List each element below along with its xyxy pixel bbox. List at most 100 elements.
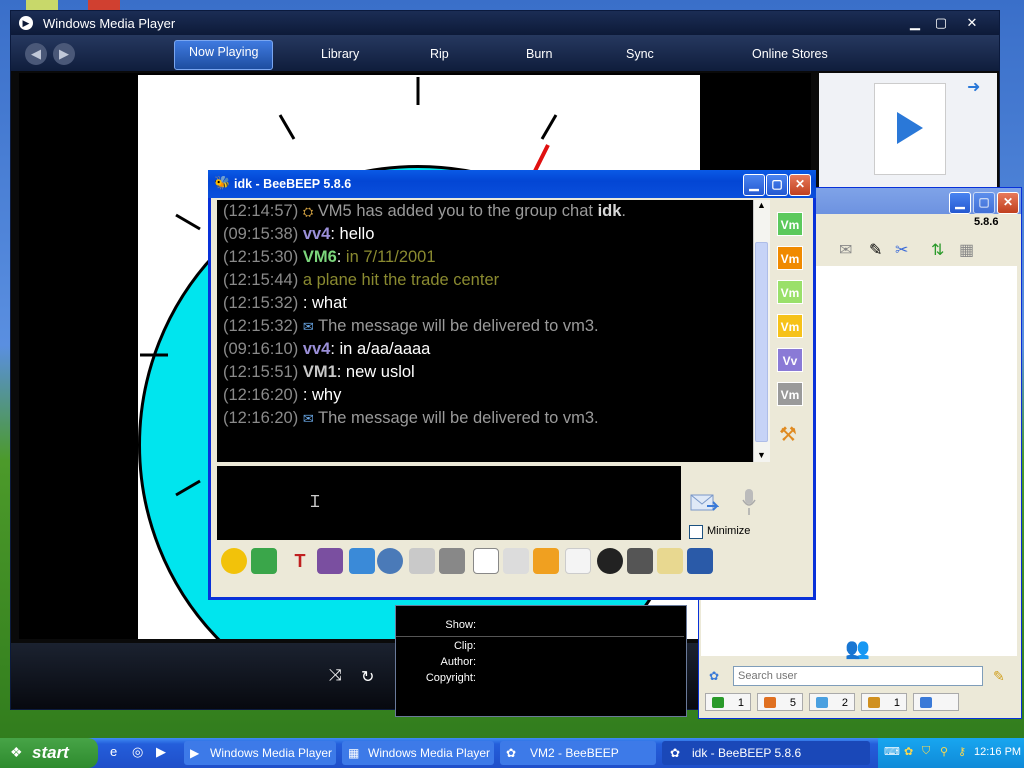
music-note-icon[interactable] <box>473 548 499 574</box>
scroll-thumb[interactable] <box>755 242 768 442</box>
start-button[interactable]: ❖ start <box>0 738 98 768</box>
repeat-icon[interactable]: ↻ <box>361 667 374 687</box>
tab-online-stores[interactable]: Online Stores <box>752 47 828 61</box>
chat-member-avatar[interactable]: Vv <box>777 348 803 372</box>
beebeep-tray-icon[interactable]: ✿ <box>904 745 913 758</box>
chat-member-avatar[interactable]: Vm <box>777 314 803 338</box>
tab-chats[interactable]: 2 <box>809 693 855 711</box>
play-card[interactable] <box>874 83 946 175</box>
message-input[interactable]: Ｉ <box>217 466 681 540</box>
message-text: a plane hit the trade center <box>302 271 500 289</box>
dictionary-icon[interactable] <box>439 548 465 574</box>
maximize-button[interactable]: ▢ <box>766 174 788 196</box>
chat-titlebar: 🐝 idk - BeeBEEP 5.8.6 ▁ ▢ ✕ <box>208 170 816 198</box>
minimize-button[interactable]: ▁ <box>743 174 765 196</box>
chat-message: (12:15:51) VM1: new uslol <box>223 363 415 382</box>
desktop-icon[interactable] <box>26 0 58 10</box>
start-label: start <box>32 743 69 762</box>
group-name: idk <box>597 202 622 220</box>
message-text: : <box>336 248 346 266</box>
close-button[interactable]: ✕ <box>997 192 1019 214</box>
beebeep-logo-icon: 🐝 <box>214 175 231 190</box>
wmp-quick-icon[interactable]: ▶ <box>156 744 166 760</box>
tab-library[interactable]: Library <box>321 47 359 61</box>
wmp-icon: ▦ <box>348 746 360 760</box>
message-sender: vv4 <box>302 225 331 243</box>
shuffle-icon[interactable]: ⤨ <box>329 667 342 685</box>
firefox-icon[interactable]: ◎ <box>132 744 143 760</box>
taskbar-item[interactable]: ✿ VM2 - BeeBEEP <box>500 741 656 765</box>
html-icon[interactable] <box>565 548 591 574</box>
color-icon[interactable] <box>317 548 343 574</box>
tab-users[interactable]: 5 <box>757 693 803 711</box>
save-icon[interactable] <box>687 548 713 574</box>
search-tray-icon[interactable]: ⚷ <box>958 745 966 758</box>
back-icon[interactable]: ◀ <box>25 43 47 65</box>
tab-rip[interactable]: Rip <box>430 47 449 61</box>
tab-groups[interactable]: 1 <box>861 693 907 711</box>
chat-member-avatar[interactable]: Vm <box>777 382 803 406</box>
chat-member-avatar[interactable]: Vm <box>777 212 803 236</box>
emoticon-icon[interactable] <box>221 548 247 574</box>
version-label: 5.8.6 <box>974 216 999 228</box>
tab-network[interactable] <box>913 693 959 711</box>
network-tray-icon[interactable]: ⚲ <box>940 745 948 758</box>
meta-copyright-label: Copyright: <box>425 672 476 684</box>
group-icon: ⛭ <box>302 204 314 219</box>
minimize-button[interactable]: ▁ <box>949 192 971 214</box>
search-user-input[interactable] <box>733 666 983 686</box>
message-text: : what <box>302 294 347 312</box>
ie-icon[interactable]: e <box>110 744 117 759</box>
document-icon[interactable] <box>503 548 529 574</box>
notes-icon[interactable] <box>657 548 683 574</box>
shield-icon[interactable]: ⛉ <box>922 745 930 758</box>
keyboard-icon[interactable]: ⌨ <box>884 745 900 758</box>
add-member-icon[interactable]: ⚒ <box>779 422 797 447</box>
taskbar-item-active[interactable]: ✿ idk - BeeBEEP 5.8.6 <box>662 741 870 765</box>
maximize-button[interactable]: ▢ <box>930 14 952 31</box>
forward-icon[interactable]: ▶ <box>53 43 75 65</box>
envelope-icon: ✉ <box>302 411 314 426</box>
filter-icon[interactable] <box>349 548 375 574</box>
send-file-icon[interactable] <box>251 548 277 574</box>
share-icon[interactable] <box>533 548 559 574</box>
maximize-button[interactable]: ▢ <box>973 192 995 214</box>
edit-icon[interactable]: ✎ <box>869 240 882 260</box>
close-button[interactable]: ✕ <box>961 14 983 31</box>
clear-search-icon[interactable]: ✎ <box>993 668 1005 685</box>
settings-icon[interactable]: ✿ <box>709 669 719 683</box>
trash-icon[interactable]: ▦ <box>959 240 974 260</box>
tab-sync[interactable]: Sync <box>626 47 654 61</box>
wmp-taskbar-tabs: ◀ ▶ Now Playing Library Rip Burn Sync On… <box>11 35 999 71</box>
note-icon[interactable]: ✉ <box>839 240 852 260</box>
minimize-checkbox[interactable] <box>689 525 703 539</box>
send-icon[interactable] <box>689 492 719 514</box>
minimize-button[interactable]: ▁ <box>904 14 926 31</box>
taskbar-item[interactable]: ▦ Windows Media Player <box>342 741 494 765</box>
settings-gear-icon[interactable] <box>377 548 403 574</box>
font-icon[interactable]: T <box>287 548 313 574</box>
tools-icon[interactable]: ✂ <box>895 240 908 260</box>
contacts-icon <box>712 697 724 708</box>
tab-burn[interactable]: Burn <box>526 47 552 61</box>
transfer-icon[interactable]: ⇅ <box>931 240 944 260</box>
close-button[interactable]: ✕ <box>789 174 811 196</box>
chat-member-avatar[interactable]: Vm <box>777 280 803 304</box>
message-timestamp: (12:15:51) <box>223 363 303 381</box>
groups-icon <box>868 697 880 708</box>
chat-member-avatar[interactable]: Vm <box>777 246 803 270</box>
desktop-icon[interactable] <box>88 0 120 10</box>
meta-author-label: Author: <box>440 656 476 668</box>
microphone-icon[interactable] <box>741 488 757 516</box>
scroll-down-icon[interactable]: ▼ <box>757 450 766 460</box>
tab-now-playing[interactable]: Now Playing <box>174 40 274 70</box>
message-scrollbar[interactable]: ▲ ▼ <box>753 200 770 462</box>
terminal-icon[interactable] <box>627 548 653 574</box>
spellcheck-icon[interactable] <box>409 548 435 574</box>
taskbar-item[interactable]: ▶ Windows Media Player <box>184 741 336 765</box>
arrow-right-icon[interactable]: ➜ <box>967 77 980 97</box>
tab-contacts[interactable]: 1 <box>705 693 751 711</box>
message-text: : new uslol <box>336 363 415 381</box>
screenshot-icon[interactable] <box>597 548 623 574</box>
scroll-up-icon[interactable]: ▲ <box>757 200 766 210</box>
